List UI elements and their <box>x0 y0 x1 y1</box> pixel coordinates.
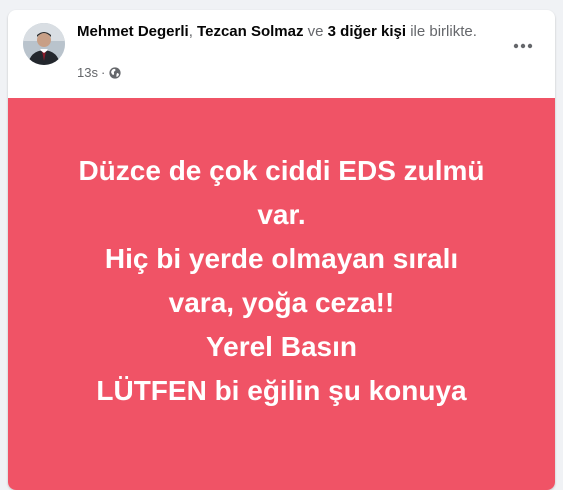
post-text-line: LÜTFEN bi eğilin şu konuya <box>96 375 467 406</box>
post-background: Düzce de çok ciddi EDS zulmü var. Hiç bi… <box>8 98 555 490</box>
avatar[interactable] <box>23 23 65 65</box>
authors-suffix: ile birlikte. <box>406 23 477 40</box>
more-horizontal-icon <box>513 43 533 49</box>
author-link-2[interactable]: Tezcan Solmaz <box>197 23 303 40</box>
post-text-line: Yerel Basın <box>206 331 357 362</box>
author-link-1[interactable]: Mehmet Degerli <box>77 23 189 40</box>
meta-separator: · <box>100 65 106 80</box>
post-text-line: Düzce de çok ciddi EDS zulmü <box>78 155 485 186</box>
post-text: Düzce de çok ciddi EDS zulmü var. Hiç bi… <box>78 149 484 413</box>
profile-photo <box>23 23 65 65</box>
post-header: Mehmet Degerli, Tezcan Solmaz ve 3 diğer… <box>8 10 555 98</box>
post-meta: 13s · <box>77 65 121 81</box>
more-options-button[interactable] <box>505 28 541 64</box>
post-text-line: var. <box>257 199 306 230</box>
post-text-line: Hiç bi yerde olmayan sıralı <box>104 243 459 274</box>
authors-comma: , <box>188 23 198 40</box>
authors-conjunction: ve <box>303 23 328 40</box>
globe-icon[interactable] <box>109 67 121 79</box>
post-card: Mehmet Degerli, Tezcan Solmaz ve 3 diğer… <box>8 10 555 490</box>
post-authors: Mehmet Degerli, Tezcan Solmaz ve 3 diğer… <box>77 22 477 42</box>
post-timestamp[interactable]: 13s <box>77 65 98 81</box>
post-text-line: vara, yoğa ceza!! <box>168 287 395 318</box>
others-link[interactable]: 3 diğer kişi <box>328 23 406 40</box>
